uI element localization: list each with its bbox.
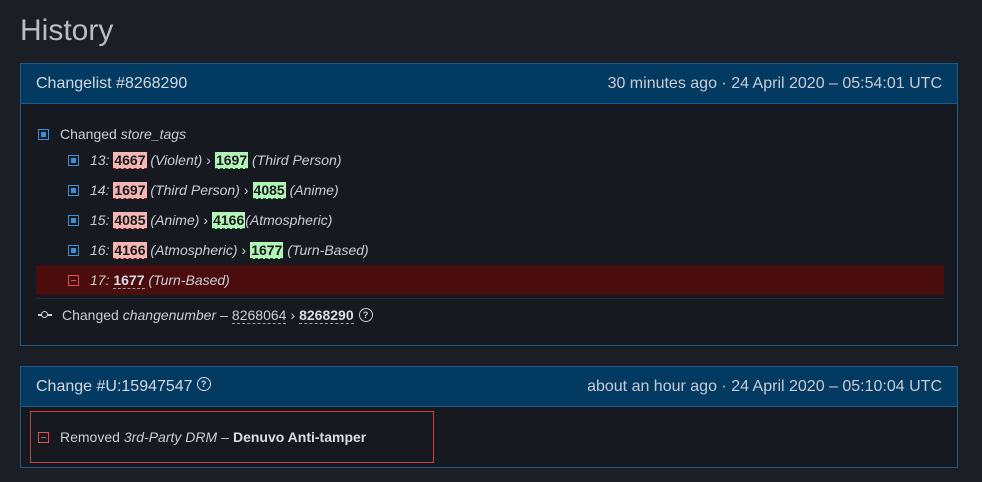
removed-value: Denuvo Anti-tamper <box>232 429 367 445</box>
tag-removed-row: 17: 1677 (Turn-Based) <box>68 265 230 295</box>
dash: – <box>221 429 229 445</box>
removed-icon <box>38 431 49 443</box>
change-title[interactable]: Change #U:15947547 <box>36 378 193 395</box>
old-tag-id[interactable]: 4166 <box>113 241 147 259</box>
changed-icon <box>68 214 79 226</box>
tag-change-row: 14: 1697 (Third Person) › 4085 (Anime) <box>68 175 339 205</box>
changelist-title[interactable]: Changelist #8268290 <box>36 75 187 93</box>
old-tag-id[interactable]: 4667 <box>113 151 147 169</box>
old-tag-id[interactable]: 4085 <box>113 211 147 229</box>
arrow-icon: › <box>243 182 249 198</box>
new-tag-id[interactable]: 1677 <box>250 241 284 259</box>
change-header: Change #U:15947547? about an hour ago · … <box>21 367 957 407</box>
arrow-icon: › <box>241 242 247 258</box>
help-icon[interactable]: ? <box>196 377 211 392</box>
arrow-icon: › <box>290 307 296 323</box>
change-panel: Change #U:15947547? about an hour ago · … <box>20 366 958 468</box>
tag-index: 16: <box>90 242 110 258</box>
changelist-time: 30 minutes ago · 24 April 2020 – 05:54:0… <box>607 74 942 92</box>
arrow-icon: › <box>206 152 211 168</box>
removed-tag-id[interactable]: 1677 <box>113 272 145 289</box>
new-tag-id[interactable]: 4166 <box>212 211 246 229</box>
change-time: about an hour ago · 24 April 2020 – 05:1… <box>587 377 942 395</box>
new-tag-name: (Atmospheric) <box>245 212 333 228</box>
new-changenumber[interactable]: 8268290 <box>299 307 354 324</box>
changed-icon <box>38 128 49 140</box>
drm-removed-row: Removed 3rd-Party DRM – Denuvo Anti-tamp… <box>38 422 366 452</box>
changed-label: Changed <box>60 126 117 142</box>
new-tag-name: (Turn-Based) <box>287 242 369 258</box>
commit-icon <box>38 310 52 320</box>
new-tag-name: (Anime) <box>289 182 339 198</box>
tag-index: 13: <box>90 152 110 168</box>
new-tag-id[interactable]: 4085 <box>252 181 286 199</box>
removed-label: Removed <box>60 429 120 445</box>
changed-icon <box>68 154 79 166</box>
old-tag-name: (Third Person) <box>150 182 240 198</box>
tag-index: 14: <box>90 182 110 198</box>
dash: – <box>220 307 228 323</box>
changenumber-row: Changed changenumber – 8268064 › 8268290… <box>38 300 373 330</box>
old-tag-name: (Anime) <box>150 212 200 228</box>
tag-change-row: 16: 4166 (Atmospheric) › 1677 (Turn-Base… <box>68 235 369 265</box>
change-title-wrap: Change #U:15947547? <box>36 377 211 396</box>
changelist-panel: Changelist #8268290 30 minutes ago · 24 … <box>20 63 958 346</box>
tag-change-row: 13: 4667 (Violent) › 1697 (Third Person) <box>68 145 341 175</box>
arrow-icon: › <box>203 212 209 228</box>
page-title: History <box>20 14 114 47</box>
old-tag-id[interactable]: 1697 <box>113 181 147 199</box>
removed-tag-name: (Turn-Based) <box>148 272 230 288</box>
old-tag-name: (Violent) <box>150 152 203 168</box>
removed-icon <box>68 274 79 286</box>
changelist-header: Changelist #8268290 30 minutes ago · 24 … <box>21 64 957 104</box>
divider <box>36 298 944 299</box>
changed-key: store_tags <box>120 126 187 142</box>
help-icon[interactable]: ? <box>358 308 373 322</box>
new-tag-id[interactable]: 1697 <box>214 151 249 169</box>
new-tag-name: (Third Person) <box>252 152 342 168</box>
changed-icon <box>68 244 79 256</box>
tag-index: 17: <box>90 272 110 288</box>
old-tag-name: (Atmospheric) <box>150 242 238 258</box>
tag-change-row: 15: 4085 (Anime) › 4166 (Atmospheric) <box>68 205 332 235</box>
tag-index: 15: <box>90 212 110 228</box>
changed-icon <box>68 184 79 196</box>
old-changenumber[interactable]: 8268064 <box>231 307 287 324</box>
changenumber-label: Changed <box>62 307 119 323</box>
removed-key: 3rd-Party DRM <box>123 429 218 445</box>
changenumber-key: changenumber <box>122 307 217 323</box>
